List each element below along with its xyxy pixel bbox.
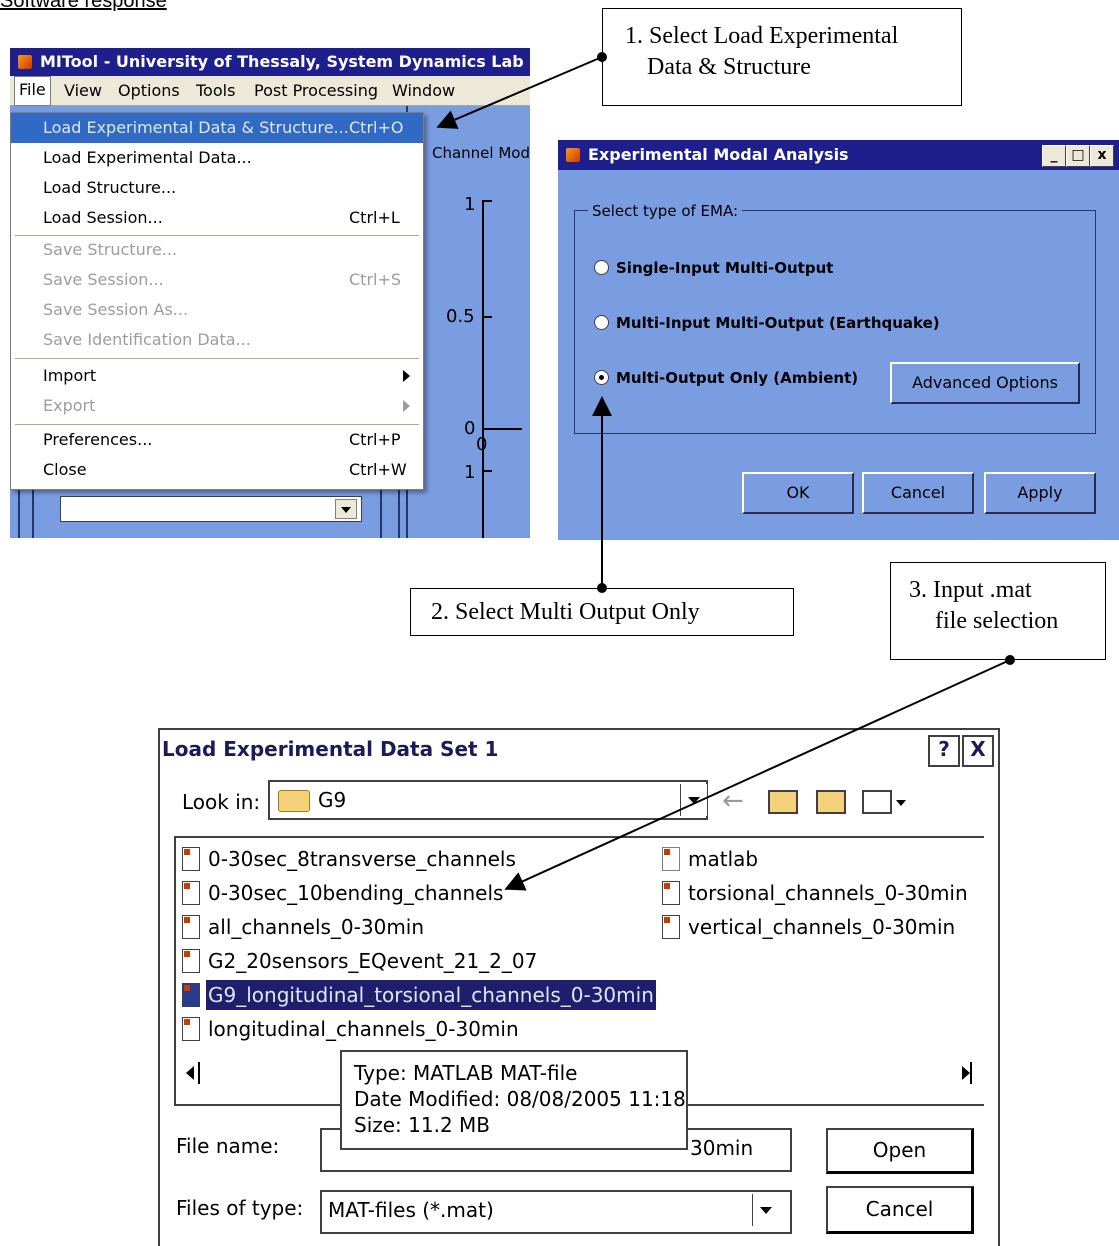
arrow-dot — [1005, 655, 1015, 665]
arrow-step-3 — [504, 659, 1011, 891]
arrow-step-1 — [436, 56, 603, 129]
annotation-arrows — [436, 52, 1015, 891]
arrow-dot — [597, 583, 607, 593]
arrow-dot — [597, 52, 607, 62]
